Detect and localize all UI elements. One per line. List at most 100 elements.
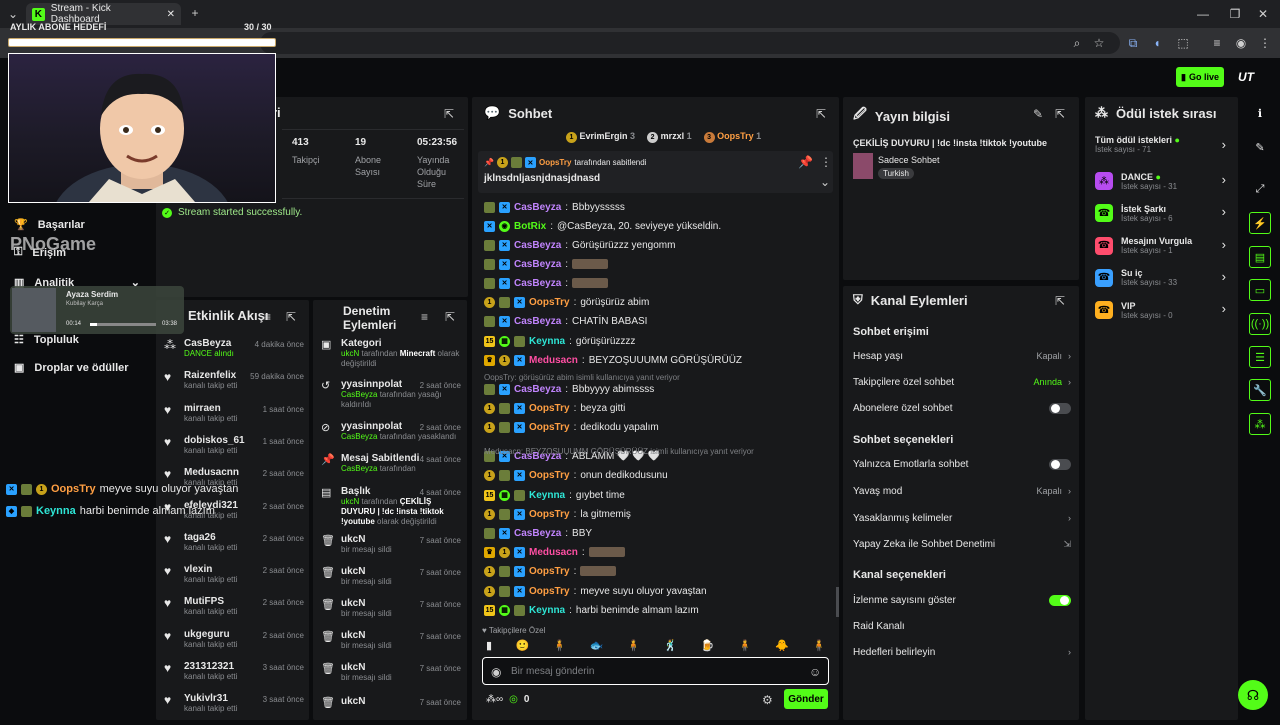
url-field[interactable]	[260, 32, 1120, 54]
nav-item-achievements[interactable]: 🏆 Başarılar	[14, 218, 85, 232]
maximize-icon[interactable]: ❐	[1228, 7, 1242, 21]
popout-icon[interactable]: ⇱	[286, 310, 296, 324]
reward-item[interactable]: ☎ Su iç İstek sayısı - 33	[1095, 264, 1225, 292]
broadcast-icon[interactable]: ((·))	[1249, 313, 1271, 335]
tab-list-icon[interactable]: ⌄	[6, 7, 20, 21]
extensions-icon[interactable]: ⬚	[1176, 36, 1190, 50]
support-headset-icon[interactable]: ☊	[1238, 680, 1268, 710]
zoom-icon[interactable]: ⌕	[1070, 36, 1084, 50]
stack-icon[interactable]: ☰	[1249, 346, 1271, 368]
reward-item[interactable]: ☎ VIP İstek sayısı - 0	[1095, 296, 1225, 324]
pin-icon[interactable]: 📌	[798, 155, 813, 169]
chat-message[interactable]: ✕ CasBeyza:	[484, 274, 834, 292]
chat-message[interactable]: ♛ 1 ✕ Medusacn: BEYZOŞUUUMM GÖRÜŞÜRÜÜZ	[484, 351, 834, 369]
show-viewers-setting[interactable]: İzlenme sayısını göster	[853, 590, 1071, 610]
new-tab-icon[interactable]: +	[188, 6, 202, 20]
chat-message[interactable]: 1 ✕ OopsTry: görüşürüz abim	[484, 293, 834, 311]
reward-all[interactable]: Tüm ödül istekleri ● İstek sayısı - 71	[1095, 135, 1180, 154]
chat-message[interactable]: ✕ ◉ BotRix: @CasBeyza, 20. seviyeye yükseld…	[484, 217, 834, 235]
emoji-icon[interactable]: ☺	[809, 665, 821, 679]
filter-icon[interactable]: ≡	[264, 310, 271, 324]
chat-message[interactable]: ✕ CasBeyza: Bbbyysssss	[484, 198, 834, 216]
pinned-message[interactable]: 📌 1 ✕ OopsTry tarafından sabitlendi jklnsdn…	[478, 151, 833, 193]
chat-message[interactable]: 1 ✕ OopsTry: onun dedikodusunu	[484, 466, 834, 484]
subs-only-toggle[interactable]	[1049, 402, 1071, 414]
profile-icon[interactable]: ◉	[1234, 36, 1248, 50]
chat-message[interactable]: ✕ CasBeyza: BBY	[484, 524, 834, 542]
chat-message[interactable]: 1 ✕ OopsTry: dedikodu yapalım	[484, 418, 834, 436]
chevron-right-icon[interactable]: ›	[1222, 301, 1226, 316]
queue-icon[interactable]: ⁂	[1249, 413, 1271, 435]
ai-moderation-setting[interactable]: Yapay Zeka ile Sohbet Denetimi ⇲	[853, 534, 1071, 554]
popout-icon[interactable]: ⇱	[1055, 107, 1065, 121]
chat-message[interactable]: 15 ▦ Keynna: harbi benimde almam lazım	[484, 601, 834, 619]
subscribers-only-setting[interactable]: Abonelere özel sohbet	[853, 398, 1071, 418]
settings-gear-icon[interactable]: ⚙	[762, 693, 773, 707]
minimize-icon[interactable]: —	[1196, 7, 1210, 21]
chat-input[interactable]: ◉ Bir mesaj gönderin ☺	[482, 657, 829, 685]
chevron-right-icon[interactable]: ›	[1222, 172, 1226, 187]
go-live-button[interactable]: ▮ Go live	[1176, 67, 1224, 87]
chevron-right-icon[interactable]: ›	[1222, 137, 1226, 152]
chat-message[interactable]: 1 ✕ OopsTry: meyve suyu oluyor yavaştan	[484, 582, 834, 600]
document-icon[interactable]: ▤	[1249, 246, 1271, 268]
chat-message[interactable]: ♛ 1 ✕ Medusacn:	[484, 543, 834, 561]
info-icon[interactable]: ℹ	[1249, 102, 1271, 124]
close-tab-icon[interactable]: ✕	[167, 9, 175, 20]
audio-icon[interactable]: ◖	[1150, 36, 1164, 50]
share-icon[interactable]: ⁂∞	[486, 694, 503, 705]
chat-message[interactable]: ✕ CasBeyza: CHATİN BABASI	[484, 312, 834, 330]
chevron-right-icon[interactable]: ›	[1222, 237, 1226, 252]
reward-item[interactable]: ☎ Mesajını Vurgula İstek sayısı - 1	[1095, 232, 1225, 260]
more-icon[interactable]: ⋮	[820, 155, 832, 169]
popout-icon[interactable]: ⇱	[445, 310, 455, 324]
followers-only-setting[interactable]: Takipçilere özel sohbet Anında ›	[853, 372, 1071, 392]
show-viewers-toggle[interactable]	[1049, 594, 1071, 606]
edit-icon[interactable]: ✎	[1033, 107, 1043, 121]
popout-icon[interactable]: ⇱	[816, 107, 826, 121]
slow-mode-setting[interactable]: Yavaş mod Kapalı ›	[853, 481, 1071, 501]
emote-bar[interactable]: ▮ 🙂 🧍 🐟 🧍 🕺 🍺 🧍 🐥 🧍	[486, 639, 826, 653]
chat-message[interactable]: ✕ CasBeyza: Görüşürüzzz yengomm	[484, 236, 834, 254]
close-window-icon[interactable]: ✕	[1256, 7, 1270, 21]
chat-message[interactable]: 1 ✕ OopsTry: beyza gitti	[484, 399, 834, 417]
edit-icon[interactable]: ✎	[1249, 136, 1271, 158]
nav-item-community[interactable]: ☷ Topluluk	[14, 333, 79, 347]
emote-only-setting[interactable]: Yalnızca Emotlarla sohbet	[853, 454, 1071, 474]
lightning-icon[interactable]: ⚡	[1249, 212, 1271, 234]
popout-icon[interactable]: ⇱	[1055, 294, 1065, 308]
chat-message[interactable]: 15 ▦ Keynna: görüşürüzzzz	[484, 332, 834, 350]
wrench-icon[interactable]: 🔧	[1249, 379, 1271, 401]
brand-watermark: PNoGame	[10, 234, 97, 254]
chat-scrollbar[interactable]	[836, 587, 839, 617]
reading-list-icon[interactable]: ≡	[1210, 36, 1224, 50]
bookmark-star-icon[interactable]: ☆	[1092, 36, 1106, 50]
account-age-setting[interactable]: Hesap yaşı Kapalı ›	[853, 346, 1071, 366]
chat-message[interactable]: 1 ✕ OopsTry: la gitmemiş	[484, 505, 834, 523]
raid-channel-setting[interactable]: Raid Kanalı	[853, 616, 1071, 636]
reward-icon: ⁂	[1095, 172, 1113, 190]
nav-item-drops[interactable]: ▣ Droplar ve ödüller	[14, 361, 129, 375]
reward-icon: ☎	[1095, 268, 1113, 287]
chat-message[interactable]: ✕ CasBeyza:	[484, 255, 834, 273]
chat-icon[interactable]: ▭	[1249, 279, 1271, 301]
reward-item[interactable]: ☎ İstek Şarkı İstek sayısı - 6	[1095, 199, 1225, 227]
send-button[interactable]: Gönder	[784, 689, 828, 709]
reward-item[interactable]: ⁂ DANCE ● İstek sayısı - 31	[1095, 167, 1225, 195]
banned-words-setting[interactable]: Yasaklanmış kelimeler ›	[853, 508, 1071, 528]
filter-icon[interactable]: ≡	[421, 310, 428, 324]
popout-icon[interactable]: ⇱	[444, 107, 454, 121]
menu-dots-icon[interactable]: ⋮	[1258, 36, 1272, 50]
goals-setting[interactable]: Hedefleri belirleyin ›	[853, 642, 1071, 662]
translate-icon[interactable]: ⧉	[1126, 36, 1140, 50]
chat-panel: 💬 Sohbet ⇱ 1 EvrimErgin 3 2 mrzxl 1 3 Oop…	[472, 97, 839, 720]
chevron-right-icon[interactable]: ›	[1222, 204, 1226, 219]
emote-only-toggle[interactable]	[1049, 458, 1071, 470]
chat-message[interactable]: ✕ CasBeyza: Bbbyyyy abimssss	[484, 380, 834, 398]
chat-message[interactable]: 1 ✕ OopsTry:	[484, 562, 834, 580]
chat-message[interactable]: 15 ▦ Keynna: gıybet time	[484, 486, 834, 504]
chevron-right-icon[interactable]: ›	[1222, 269, 1226, 284]
expand-icon[interactable]: ⤢	[1249, 178, 1271, 200]
chevron-down-icon[interactable]: ⌄	[820, 175, 830, 189]
mod-shield-icon[interactable]: ◉	[491, 665, 501, 679]
